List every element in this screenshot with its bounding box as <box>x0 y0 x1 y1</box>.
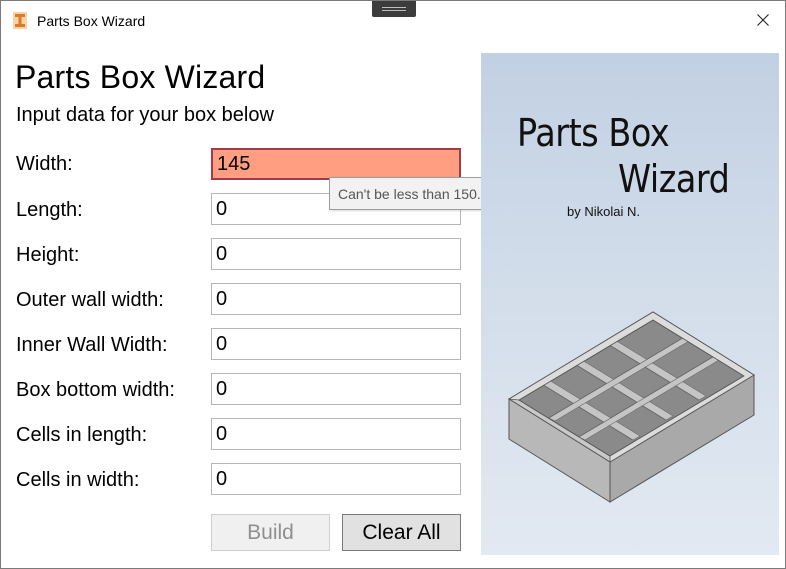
close-button[interactable] <box>740 1 786 39</box>
outer-wall-width-input[interactable] <box>211 283 461 315</box>
wizard-window: Parts Box Wizard Parts Box Wizard Input … <box>0 0 786 569</box>
width-input[interactable] <box>211 148 461 180</box>
window-title: Parts Box Wizard <box>37 13 146 29</box>
page-title: Parts Box Wizard <box>15 59 266 95</box>
window-drag-handle[interactable] <box>372 1 416 17</box>
build-button[interactable]: Build <box>211 514 330 551</box>
preview-panel: Parts Box Wizard by Nikolai N. <box>481 53 779 555</box>
preview-title-line-2: Wizard <box>618 157 730 201</box>
height-input[interactable] <box>211 238 461 270</box>
height-label: Height: <box>16 244 80 266</box>
cells-in-length-input[interactable] <box>211 418 461 450</box>
box-bottom-width-input[interactable] <box>211 373 461 405</box>
close-icon <box>757 14 769 26</box>
width-label: Width: <box>16 153 73 175</box>
page-subtitle: Input data for your box below <box>16 104 274 126</box>
box-bottom-width-label: Box bottom width: <box>16 379 175 401</box>
inner-wall-width-input[interactable] <box>211 328 461 360</box>
validation-tooltip: Can't be less than 150.0 <box>329 177 502 210</box>
clear-all-button[interactable]: Clear All <box>342 514 461 551</box>
cells-in-width-input[interactable] <box>211 463 461 495</box>
length-label: Length: <box>16 199 83 221</box>
preview-title-line-1: Parts Box <box>517 111 670 155</box>
outer-wall-width-label: Outer wall width: <box>16 289 164 311</box>
title-bar[interactable]: Parts Box Wizard <box>1 1 785 41</box>
parts-box-render <box>507 311 755 503</box>
cells-in-width-label: Cells in width: <box>16 469 140 491</box>
inner-wall-width-label: Inner Wall Width: <box>16 334 168 356</box>
app-icon <box>13 12 27 29</box>
preview-author: by Nikolai N. <box>567 204 640 219</box>
cells-in-length-label: Cells in length: <box>16 424 148 446</box>
